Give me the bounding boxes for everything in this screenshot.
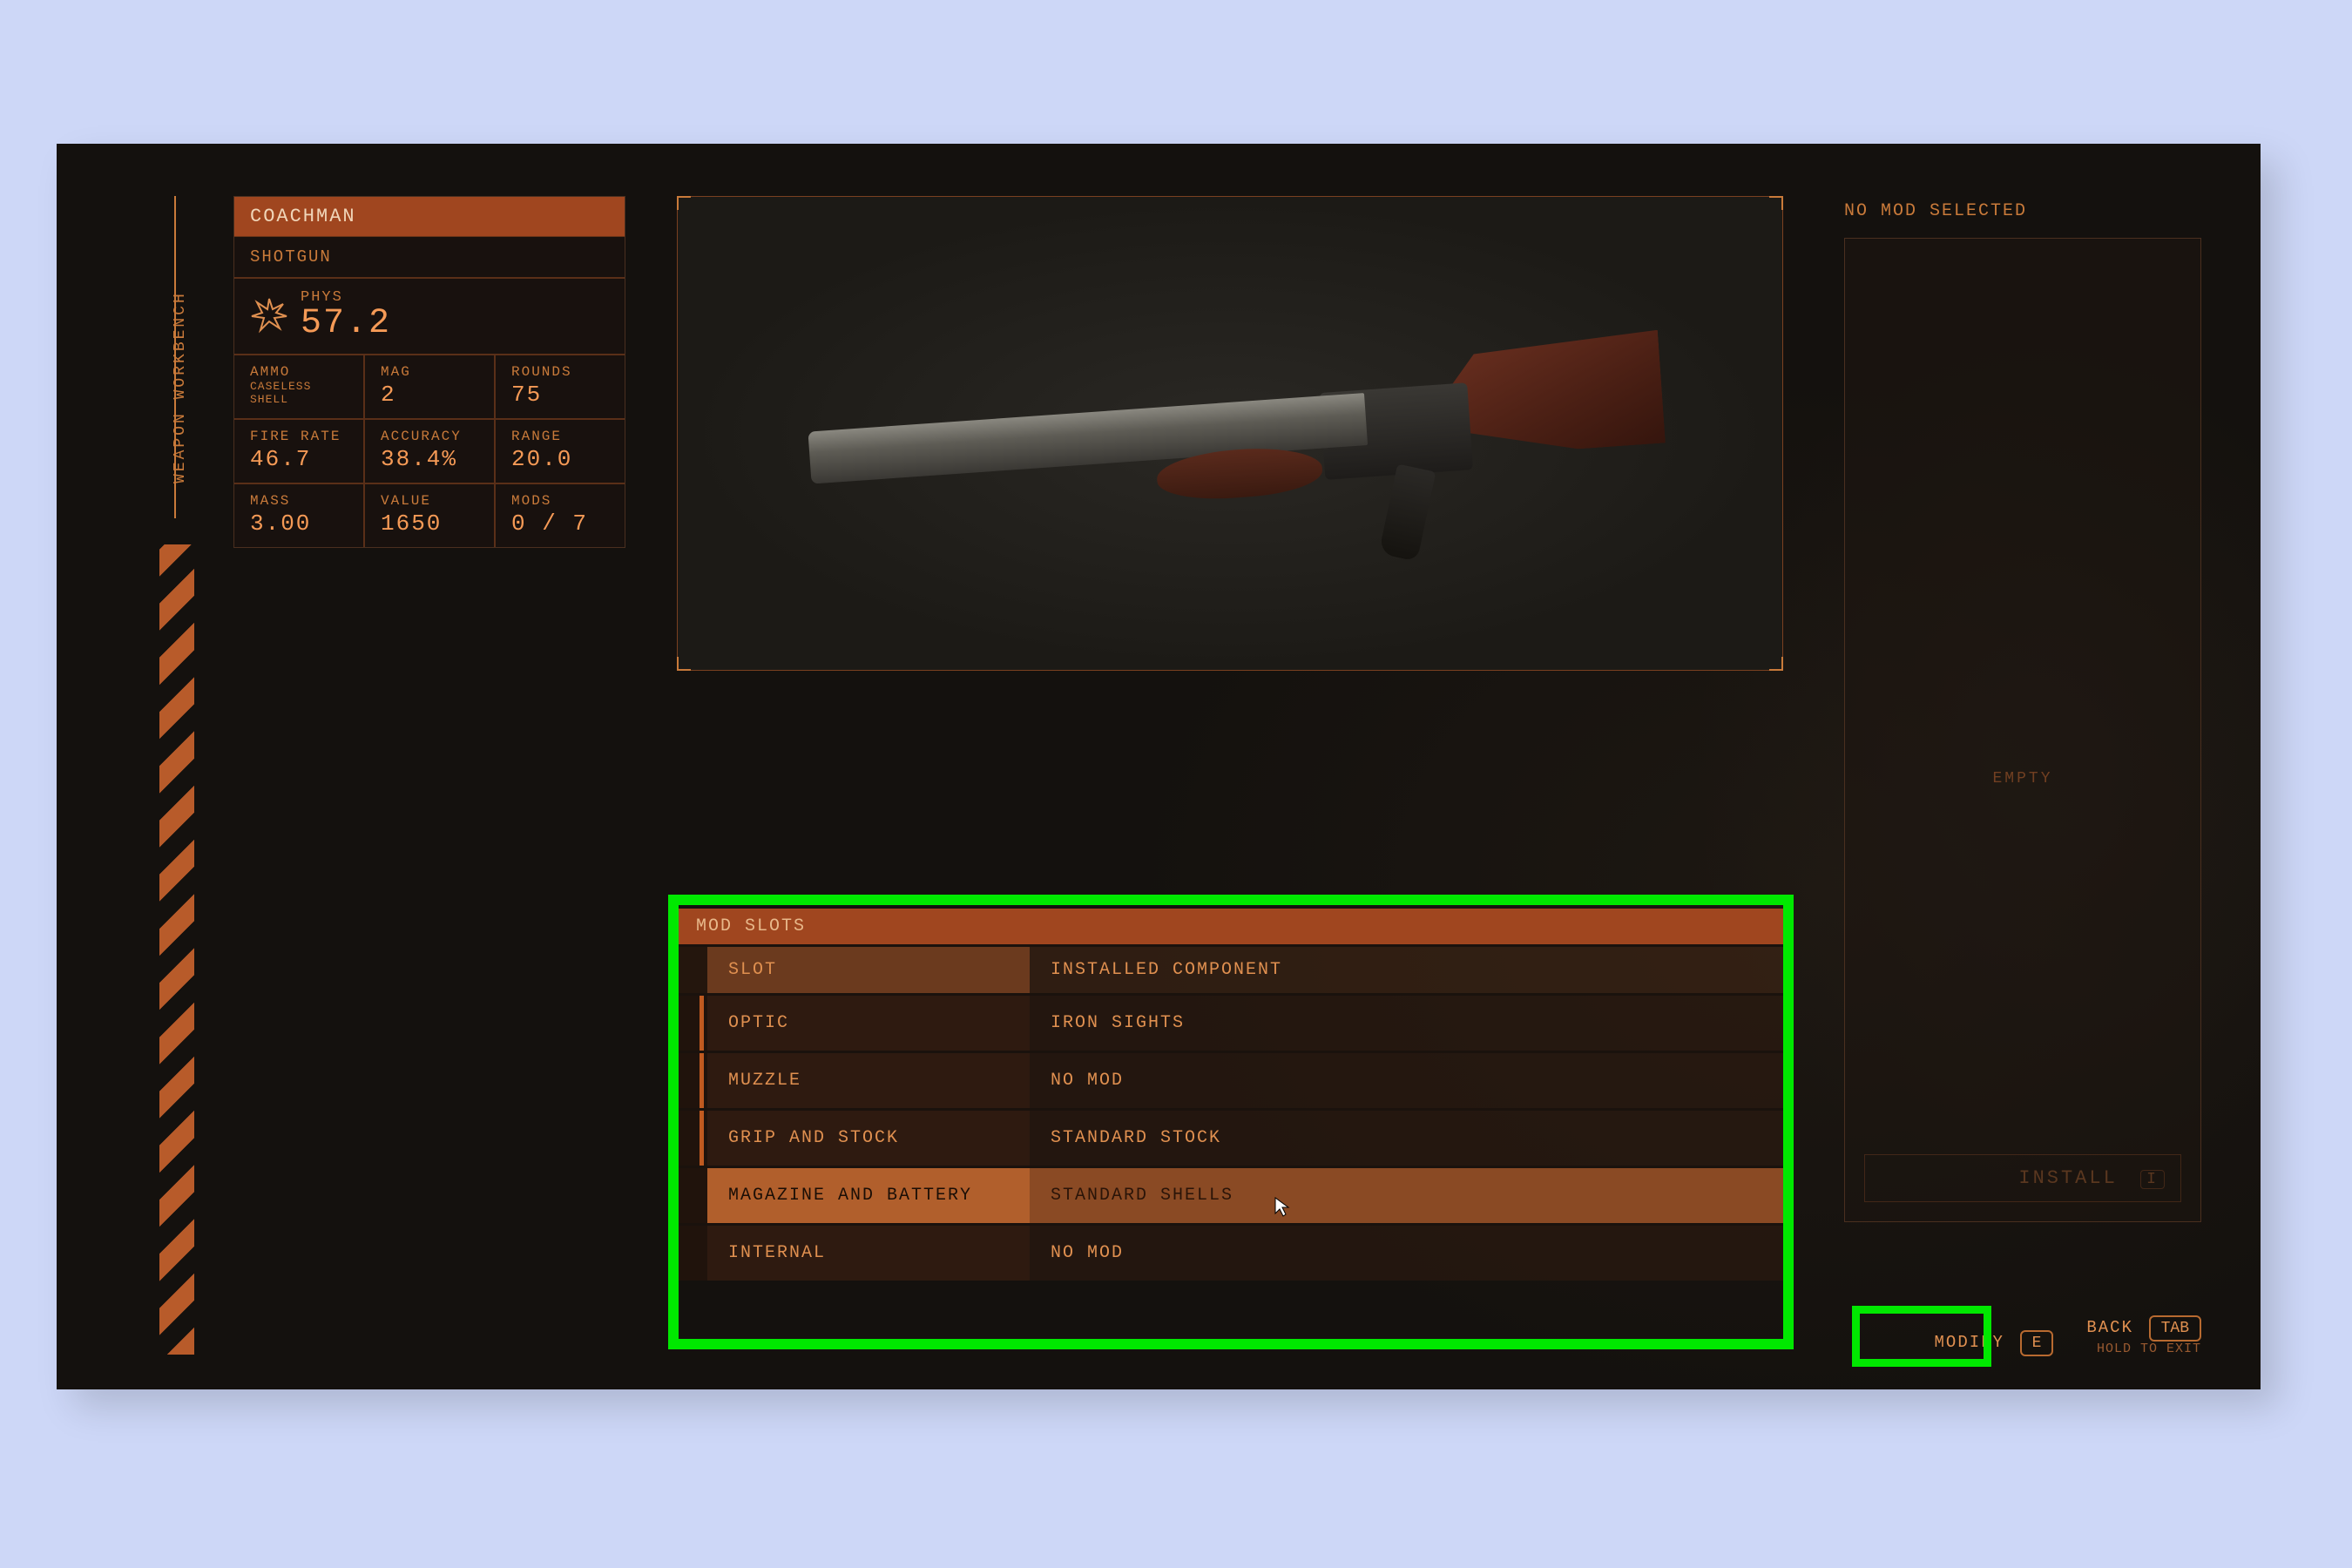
modify-button[interactable]: MODIFY E: [1935, 1330, 2054, 1356]
slot-name: INTERNAL: [707, 1226, 1030, 1281]
stat-value: 3.00: [250, 510, 351, 537]
stat-label: MODS: [511, 493, 612, 509]
column-header-component: INSTALLED COMPONENT: [1030, 947, 1783, 993]
corner-icon: [1769, 657, 1783, 671]
weapon-type: SHOTGUN: [234, 236, 625, 279]
install-button[interactable]: INSTALL I: [1864, 1154, 2181, 1202]
stat-rounds: ROUNDS 75: [496, 355, 625, 418]
stat-label: MAG: [381, 364, 482, 380]
game-window: WEAPON WORKBENCH COACHMAN SHOTGUN PHYS 5…: [57, 144, 2261, 1389]
stat-value: 0 / 7: [511, 510, 612, 537]
column-header-slot: SLOT: [707, 947, 1030, 993]
phys-damage-icon: [250, 295, 288, 338]
empty-label: EMPTY: [1845, 770, 2200, 787]
stat-mass: MASS 3.00: [234, 484, 365, 547]
weapon-stats-panel: COACHMAN SHOTGUN PHYS 57.2 AMMO CASELESS…: [233, 196, 625, 548]
stat-label: MASS: [250, 493, 351, 509]
stat-mods: MODS 0 / 7: [496, 484, 625, 547]
slot-component: NO MOD: [1030, 1053, 1783, 1108]
hazard-stripes-icon: [159, 544, 194, 1355]
slot-component: STANDARD SHELLS: [1030, 1168, 1783, 1223]
stat-value: 75: [511, 382, 612, 408]
stat-label: AMMO: [250, 364, 351, 380]
stat-accuracy: ACCURACY 38.4%: [365, 420, 496, 483]
slot-name: MAGAZINE AND BATTERY: [707, 1168, 1030, 1223]
mod-slot-row-optic[interactable]: OPTIC IRON SIGHTS: [677, 993, 1783, 1051]
slot-component-text: STANDARD SHELLS: [1051, 1186, 1233, 1206]
mod-slot-row-internal[interactable]: INTERNAL NO MOD: [677, 1223, 1783, 1281]
slot-component: IRON SIGHTS: [1030, 996, 1783, 1051]
stat-label: FIRE RATE: [250, 429, 351, 444]
slot-component: STANDARD STOCK: [1030, 1111, 1783, 1166]
slot-name: MUZZLE: [707, 1053, 1030, 1108]
mod-slot-row-muzzle[interactable]: MUZZLE NO MOD: [677, 1051, 1783, 1108]
stat-ammo: AMMO CASELESS SHELL: [234, 355, 365, 418]
workbench-title: WEAPON WORKBENCH: [172, 291, 189, 483]
bottom-button-bar: MODIFY E BACK TAB HOLD TO EXIT: [1935, 1315, 2201, 1356]
mod-slot-row-grip-stock[interactable]: GRIP AND STOCK STANDARD STOCK: [677, 1108, 1783, 1166]
stat-label: ROUNDS: [511, 364, 612, 380]
stat-value: 38.4%: [381, 446, 482, 472]
weapon-preview[interactable]: [677, 196, 1783, 671]
corner-icon: [1769, 196, 1783, 210]
stat-range: RANGE 20.0: [496, 420, 625, 483]
right-panel-title: NO MOD SELECTED: [1844, 201, 2201, 221]
modify-key: E: [2020, 1330, 2054, 1356]
stat-label: VALUE: [381, 493, 482, 509]
modify-label: MODIFY: [1935, 1333, 2004, 1352]
back-button[interactable]: BACK TAB HOLD TO EXIT: [2086, 1315, 2201, 1356]
mod-slots-header-row: SLOT INSTALLED COMPONENT: [677, 944, 1783, 993]
install-key: I: [2140, 1170, 2165, 1189]
back-key: TAB: [2149, 1315, 2201, 1342]
stat-mag: MAG 2: [365, 355, 496, 418]
corner-icon: [677, 657, 691, 671]
mod-detail-panel: EMPTY INSTALL I: [1844, 238, 2201, 1222]
stat-value: VALUE 1650: [365, 484, 496, 547]
damage-row: PHYS 57.2: [234, 279, 625, 355]
stat-sub: CASELESS SHELL: [250, 380, 351, 406]
mod-slots-panel: MOD SLOTS SLOT INSTALLED COMPONENT OPTIC…: [677, 909, 1783, 1281]
cursor-icon: [1274, 1196, 1291, 1223]
install-label: INSTALL: [2018, 1167, 2117, 1189]
mod-slot-row-magazine-battery[interactable]: MAGAZINE AND BATTERY STANDARD SHELLS: [677, 1166, 1783, 1223]
stat-value: 20.0: [511, 446, 612, 472]
stat-label: RANGE: [511, 429, 612, 444]
back-label: BACK: [2086, 1318, 2133, 1337]
weapon-name: COACHMAN: [234, 197, 625, 236]
mod-slots-title: MOD SLOTS: [677, 909, 1783, 944]
slot-component: NO MOD: [1030, 1226, 1783, 1281]
corner-icon: [677, 196, 691, 210]
stat-value-number: 1650: [381, 510, 482, 537]
slot-name: GRIP AND STOCK: [707, 1111, 1030, 1166]
back-sublabel: HOLD TO EXIT: [2086, 1342, 2201, 1356]
stat-label: ACCURACY: [381, 429, 482, 444]
stat-fire-rate: FIRE RATE 46.7: [234, 420, 365, 483]
damage-value: 57.2: [301, 304, 391, 343]
slot-name: OPTIC: [707, 996, 1030, 1051]
stat-value: 46.7: [250, 446, 351, 472]
stat-value: 2: [381, 382, 482, 408]
